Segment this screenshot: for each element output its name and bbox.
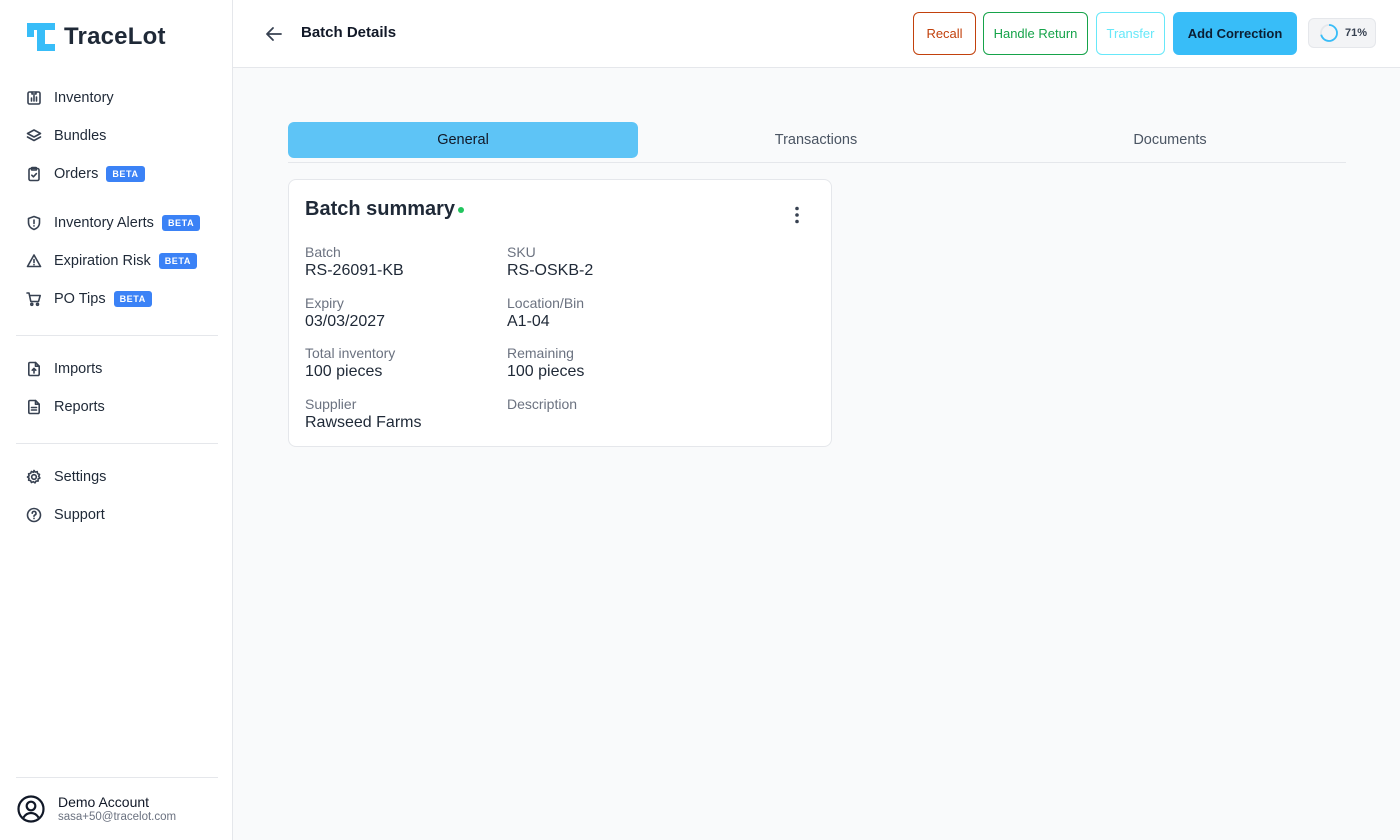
beta-badge: BETA bbox=[158, 253, 197, 269]
beta-badge: BETA bbox=[113, 291, 152, 307]
field-batch: Batch RS-26091-KB bbox=[305, 244, 404, 280]
field-location-bin: Location/Bin A1-04 bbox=[507, 295, 584, 331]
tab-transactions[interactable]: Transactions bbox=[641, 122, 991, 158]
sidebar-item-bundles[interactable]: Bundles bbox=[26, 121, 106, 151]
arrow-left-icon bbox=[266, 27, 282, 41]
beta-badge: BETA bbox=[161, 215, 201, 231]
sidebar-item-imports[interactable]: Imports bbox=[26, 354, 102, 384]
account-email: sasa+50@tracelot.com bbox=[58, 811, 177, 823]
field-expiry: Expiry 03/03/2027 bbox=[305, 295, 385, 331]
shield-alert-icon bbox=[26, 215, 42, 231]
sidebar-item-label: Imports bbox=[54, 361, 103, 377]
sidebar-item-reports[interactable]: Reports bbox=[26, 392, 105, 422]
field-value: A1-04 bbox=[507, 313, 550, 330]
field-remaining: Remaining 100 pieces bbox=[507, 345, 584, 381]
sidebar: TraceLot Inventory Bundles Orders BETA I… bbox=[0, 0, 233, 840]
sidebar-item-label: PO Tips bbox=[54, 291, 106, 307]
transfer-button[interactable]: Transfer bbox=[1096, 12, 1165, 55]
warning-triangle-icon bbox=[26, 253, 42, 269]
app-logo[interactable]: TraceLot bbox=[26, 22, 166, 52]
more-vertical-icon bbox=[795, 206, 799, 224]
sidebar-item-label: Bundles bbox=[54, 128, 107, 144]
page-header: Batch Details Recall Handle Return Trans… bbox=[233, 0, 1400, 68]
sidebar-item-label: Settings bbox=[54, 469, 107, 485]
field-supplier: Supplier Rawseed Farms bbox=[305, 396, 421, 432]
sidebar-divider bbox=[16, 335, 218, 336]
add-correction-button[interactable]: Add Correction bbox=[1173, 12, 1297, 55]
field-label: Expiry bbox=[305, 295, 344, 311]
more-options-button[interactable] bbox=[787, 204, 807, 226]
field-label: Description bbox=[507, 396, 578, 412]
file-text-icon bbox=[26, 399, 42, 415]
field-value: 100 pieces bbox=[305, 363, 383, 380]
status-indicator bbox=[458, 207, 464, 213]
field-label: Supplier bbox=[305, 396, 357, 412]
field-total-inventory: Total inventory 100 pieces bbox=[305, 345, 395, 381]
app-name: TraceLot bbox=[64, 23, 166, 50]
field-value: RS-OSKB-2 bbox=[507, 262, 594, 279]
sidebar-item-inventory[interactable]: Inventory bbox=[26, 83, 114, 113]
sidebar-item-inventory-alerts[interactable]: Inventory Alerts BETA bbox=[26, 208, 201, 238]
tracelot-logo-icon bbox=[27, 23, 55, 51]
field-value: Rawseed Farms bbox=[305, 414, 422, 431]
sidebar-item-label: Reports bbox=[54, 399, 105, 415]
beta-badge: BETA bbox=[106, 166, 145, 182]
handle-return-button[interactable]: Handle Return bbox=[983, 12, 1088, 55]
sidebar-item-support[interactable]: Support bbox=[26, 500, 105, 530]
tab-general[interactable]: General bbox=[288, 122, 638, 158]
field-label: Total inventory bbox=[305, 345, 396, 361]
gear-icon bbox=[26, 469, 42, 485]
account-name: Demo Account bbox=[58, 794, 150, 810]
page-title: Batch Details bbox=[301, 24, 397, 41]
sidebar-item-expiration-risk[interactable]: Expiration Risk BETA bbox=[26, 246, 197, 276]
progress-indicator: 71% bbox=[1308, 18, 1376, 48]
sidebar-item-po-tips[interactable]: PO Tips BETA bbox=[26, 284, 152, 314]
layers-icon bbox=[26, 128, 42, 144]
help-circle-icon bbox=[26, 507, 42, 523]
sidebar-item-orders[interactable]: Orders BETA bbox=[26, 159, 145, 189]
user-avatar-icon bbox=[17, 795, 45, 823]
field-value: 100 pieces bbox=[507, 363, 585, 380]
batch-summary-card: Batch summary Batch RS-26091-KB SKU RS-O… bbox=[288, 179, 832, 447]
sidebar-divider bbox=[16, 443, 218, 444]
sidebar-item-label: Orders bbox=[54, 166, 99, 182]
field-value: RS-26091-KB bbox=[305, 262, 404, 279]
field-label: Location/Bin bbox=[507, 295, 585, 311]
file-upload-icon bbox=[26, 361, 42, 377]
recall-button[interactable]: Recall bbox=[913, 12, 976, 55]
card-title: Batch summary bbox=[305, 198, 456, 220]
field-sku: SKU RS-OSKB-2 bbox=[507, 244, 593, 280]
sidebar-item-label: Inventory Alerts bbox=[54, 215, 154, 231]
field-value: 03/03/2027 bbox=[305, 313, 386, 330]
back-button[interactable] bbox=[263, 23, 285, 45]
sidebar-item-label: Support bbox=[54, 507, 105, 523]
cart-icon bbox=[26, 291, 42, 307]
sidebar-item-settings[interactable]: Settings bbox=[26, 462, 106, 492]
field-label: SKU bbox=[507, 244, 536, 260]
field-description: Description bbox=[507, 396, 577, 413]
sidebar-item-label: Expiration Risk bbox=[54, 253, 151, 269]
tab-bar: General Transactions Documents bbox=[288, 122, 1346, 163]
field-label: Batch bbox=[305, 244, 341, 260]
progress-ring-icon bbox=[1320, 24, 1338, 42]
sidebar-item-label: Inventory bbox=[54, 90, 114, 106]
tab-documents[interactable]: Documents bbox=[994, 122, 1346, 158]
inventory-icon bbox=[26, 90, 42, 106]
clipboard-check-icon bbox=[26, 166, 42, 182]
field-label: Remaining bbox=[507, 345, 574, 361]
account-menu[interactable]: Demo Account sasa+50@tracelot.com bbox=[16, 777, 218, 840]
progress-label: 71% bbox=[1345, 27, 1368, 39]
